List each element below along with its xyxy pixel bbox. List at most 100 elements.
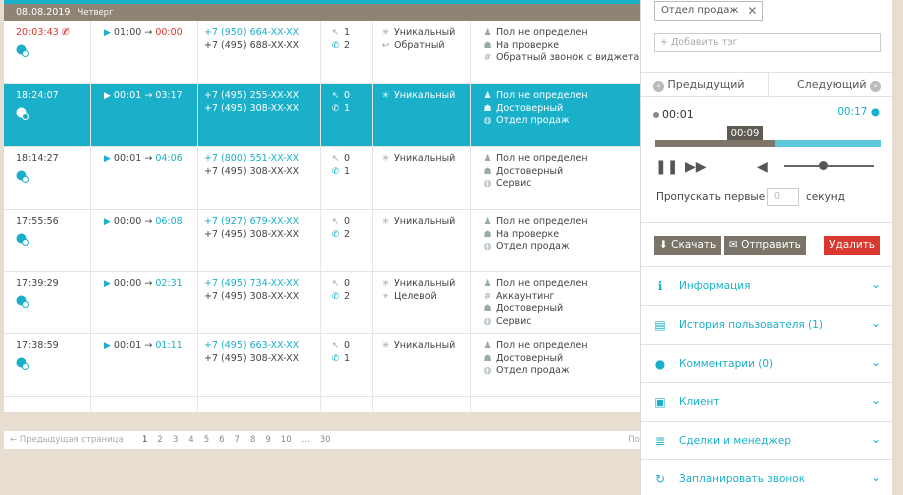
chevron-down-icon[interactable]: ⌄	[871, 393, 881, 407]
table-row[interactable]: 18:14:27 ▶ 00:01 → 04:06 +7 (800) 551-XX-XX…	[4, 147, 640, 210]
page-link[interactable]: 9	[265, 435, 270, 445]
table-row[interactable]: 18:24:07 ▶ 00:01 → 03:17 +7 (495) 255-XX-XX…	[4, 84, 640, 147]
pause-button[interactable]: ❚❚	[655, 159, 678, 175]
caller-number[interactable]: +7 (927) 679-XX-XX	[204, 216, 299, 229]
play-icon[interactable]: ▶	[104, 217, 111, 227]
duration-cell[interactable]: ▶ 00:01 → 01:11	[104, 340, 183, 353]
info-item: ♟ Пол не определен	[482, 278, 587, 291]
called-number: +7 (495) 308-XX-XX	[204, 165, 300, 177]
duration-cell[interactable]: ▶ 00:01 → 03:17	[104, 90, 183, 103]
next-call-label: Следующий	[796, 78, 867, 91]
fast-forward-button[interactable]: ▶▶	[685, 159, 707, 175]
table-row[interactable]: 17:55:56 ▶ 00:00 → 06:08 +7 (927) 679-XX-XX…	[4, 210, 640, 272]
caller-number[interactable]: +7 (495) 255-XX-XX	[204, 90, 299, 103]
page-link[interactable]: 10	[281, 435, 292, 445]
progress-bar[interactable]	[655, 140, 881, 147]
table-row[interactable]: 17:39:29 ▶ 00:00 → 02:31 +7 (495) 734-XX-XX…	[4, 272, 640, 334]
calls-value: 2	[344, 228, 351, 240]
page-link[interactable]: 7	[235, 435, 240, 445]
client-status-icon[interactable]	[16, 107, 29, 120]
table-row[interactable]: 20:03:43 ✆̸ ▶ 01:00 → 00:00 +7 (950) 664-XX…	[4, 21, 640, 84]
duration-cell[interactable]: ▶ 01:00 → 00:00	[104, 27, 183, 40]
info-cell: ♟ Пол не определен ☗ На проверке # Обратный з…	[482, 27, 639, 65]
client-status-icon[interactable]	[16, 170, 29, 183]
accordion-section[interactable]: ● Комментарии (0) ⌄	[641, 344, 893, 383]
info-label: Пол не определен	[496, 90, 588, 101]
cursor-icon: ↖	[331, 217, 340, 227]
chevron-down-icon[interactable]: ⌄	[871, 316, 881, 330]
prev-page-link[interactable]: ← Предыдущая страница	[10, 431, 124, 449]
caller-number[interactable]: +7 (950) 664-XX-XX	[204, 27, 299, 40]
duration-cell[interactable]: ▶ 00:00 → 02:31	[104, 278, 183, 291]
page-link[interactable]: 1	[142, 435, 147, 445]
chevron-down-icon[interactable]: ⌄	[871, 432, 881, 446]
prev-call-button[interactable]: « Предыдущий	[653, 78, 745, 92]
call-time-cell: 18:24:07	[16, 90, 59, 103]
page-link[interactable]: 6	[219, 435, 224, 445]
accordion-section[interactable]: ↻ Запланировать звонок ⌄	[641, 459, 893, 495]
play-icon[interactable]: ▶	[104, 28, 111, 38]
accordion-section[interactable]: ▣ Клиент ⌄	[641, 382, 893, 421]
duration-cell[interactable]: ▶ 00:00 → 06:08	[104, 216, 183, 229]
caller-number[interactable]: +7 (495) 734-XX-XX	[204, 278, 299, 291]
tag-item: ↩ Обратный	[380, 40, 455, 53]
play-icon[interactable]: ▶	[104, 341, 111, 351]
page-link[interactable]: 2	[157, 435, 162, 445]
volume-slider[interactable]	[784, 165, 874, 167]
add-tag-input[interactable]: + Добавить тэг	[654, 33, 881, 52]
page-link[interactable]: 30	[320, 435, 331, 445]
info-item: # Обратный звонок с виджета	[482, 52, 640, 65]
client-status-icon[interactable]	[16, 44, 29, 57]
wait-time: 00:01	[113, 90, 142, 101]
send-button[interactable]: ✉ Отправить	[724, 236, 806, 255]
duration-cell[interactable]: ▶ 00:01 → 04:06	[104, 153, 183, 166]
visits-value: 0	[344, 216, 351, 227]
page-numbers: 1 2 3 4 5 6 7 8 9 10... 30	[142, 431, 341, 449]
info-label: Аккаунтинг	[496, 290, 555, 302]
page-link[interactable]: ...	[302, 435, 310, 445]
arrow-icon: →	[141, 340, 156, 351]
play-icon[interactable]: ▶	[104, 154, 111, 164]
accordion-section[interactable]: ℹ Информация ⌄	[641, 266, 893, 305]
tag-chip[interactable]: Отдел продаж ✕	[654, 1, 764, 21]
client-status-icon[interactable]	[16, 357, 29, 370]
table-row[interactable]: 17:38:59 ▶ 00:01 → 01:11 +7 (495) 663-XX-XX…	[4, 334, 640, 397]
accordion-section[interactable]: ▤ История пользователя (1) ⌄	[641, 305, 893, 344]
accordion-section[interactable]: ≣ Сделки и менеджер ⌄	[641, 421, 893, 460]
volume-knob[interactable]	[818, 161, 828, 170]
chevron-down-icon[interactable]: ⌄	[871, 470, 881, 484]
delete-button[interactable]: Удалить	[824, 236, 880, 255]
phone-icon: ✆	[331, 229, 340, 240]
info-label: Отдел продаж	[496, 241, 570, 252]
chevron-down-icon[interactable]: ⌄	[871, 355, 881, 369]
arrow-icon: →	[141, 27, 156, 38]
page-link[interactable]: 5	[204, 435, 209, 445]
total-time-value: 00:17	[837, 106, 868, 118]
call-time: 17:38:59	[16, 340, 59, 351]
chevron-down-icon[interactable]: ⌄	[871, 277, 881, 291]
caller-number[interactable]: +7 (495) 663-XX-XX	[204, 340, 299, 353]
next-call-button[interactable]: Следующий »	[797, 78, 881, 92]
page-link[interactable]: 4	[188, 435, 193, 445]
next-page-link[interactable]: По	[628, 431, 640, 449]
page-link[interactable]: 8	[250, 435, 255, 445]
play-icon[interactable]: ▶	[104, 279, 111, 289]
cursor-icon: ↖	[331, 91, 340, 101]
close-icon[interactable]: ✕	[747, 2, 757, 20]
client-status-icon[interactable]	[16, 295, 29, 308]
caller-number[interactable]: +7 (800) 551-XX-XX	[204, 153, 299, 166]
info-item: ☗ На проверке	[482, 40, 639, 53]
client-status-icon[interactable]	[16, 233, 29, 246]
tag-label: Целевой	[394, 290, 437, 302]
skip-seconds-input[interactable]: 0	[767, 188, 799, 206]
page-link[interactable]: 3	[173, 435, 178, 445]
play-icon[interactable]: ▶	[104, 91, 111, 101]
volume-icon[interactable]: ◀	[757, 159, 768, 175]
client-card-icon: ▣	[654, 395, 666, 409]
info-item: ♟ Пол не определен	[482, 216, 587, 229]
called-number: +7 (495) 308-XX-XX	[204, 102, 300, 114]
download-button[interactable]: ⬇ Скачать	[654, 236, 722, 255]
robot-icon: ☗	[483, 40, 492, 51]
tag-item: ✳ Уникальный	[380, 216, 456, 229]
download-label: Скачать	[671, 239, 717, 251]
